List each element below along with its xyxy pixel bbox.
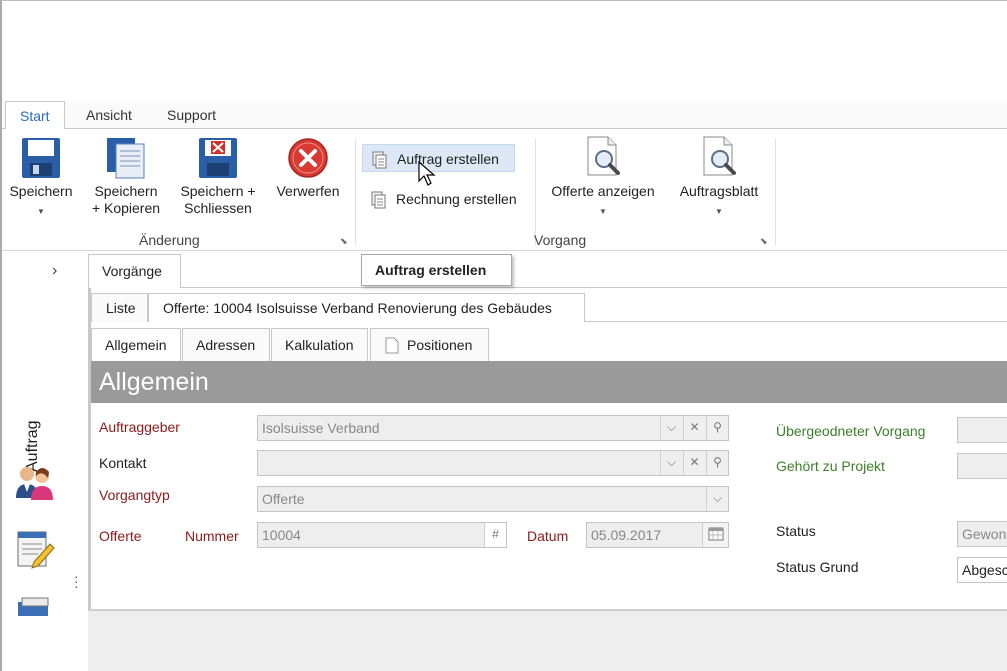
document-stack-icon	[372, 151, 387, 169]
tab-allgemein[interactable]: Allgemein	[91, 328, 181, 361]
offer-label: Offerte	[99, 528, 142, 544]
tab-adressen[interactable]: Adressen	[182, 328, 270, 361]
save-copy-label-2: + Kopieren	[91, 200, 161, 216]
save-close-button[interactable]: Speichern + Schliessen	[176, 137, 260, 217]
discard-icon	[288, 138, 328, 178]
status-field[interactable]: Gewonn	[957, 521, 1007, 547]
document-stack-icon	[371, 191, 386, 209]
save-close-label-2: Schliessen	[184, 200, 252, 216]
group-label-process: Vorgang	[534, 232, 587, 248]
save-button[interactable]: Speichern ▼	[7, 137, 75, 220]
number-value: 10004	[262, 527, 301, 543]
project-field[interactable]	[957, 453, 1007, 479]
app-window: Start Ansicht Support Speichern ▼ Speich…	[0, 0, 1007, 671]
ribbon-tab-bar: Start Ansicht Support	[2, 101, 1007, 130]
show-offer-button[interactable]: Offerte anzeigen ▼	[544, 135, 662, 220]
tab-ansicht[interactable]: Ansicht	[72, 101, 146, 129]
document-magnifier-icon	[587, 136, 620, 176]
chevron-right-icon[interactable]: ›	[52, 262, 57, 280]
discard-button[interactable]: Verwerfen	[270, 137, 346, 200]
floppy-disk-icon	[22, 138, 60, 178]
date-label: Datum	[527, 528, 569, 544]
tab-positionen[interactable]: Positionen	[370, 328, 489, 361]
save-copy-label-1: Speichern	[94, 183, 158, 199]
chevron-down-icon: ▼	[599, 207, 607, 216]
footer-area	[88, 609, 1007, 671]
search-icon[interactable]: ⚲	[706, 451, 728, 475]
tab-liste[interactable]: Liste	[91, 293, 148, 322]
tab-offer-detail[interactable]: Offerte: 10004 Isolsuisse Verband Renovi…	[148, 293, 585, 322]
chevron-down-icon[interactable]: ⌵	[660, 451, 682, 475]
project-label: Gehört zu Projekt	[776, 458, 885, 474]
status-reason-field[interactable]: Abgesch	[957, 557, 1007, 583]
client-label: Auftraggeber	[99, 419, 180, 435]
save-copy-button[interactable]: Speichern + Kopieren	[90, 137, 162, 217]
clear-icon[interactable]: ✕	[683, 416, 705, 440]
group-label-change: Änderung	[139, 232, 200, 248]
document-list-icon[interactable]	[16, 596, 52, 616]
tab-start[interactable]: Start	[5, 101, 65, 130]
status-reason-label: Status Grund	[776, 559, 859, 575]
save-label: Speichern	[9, 183, 73, 199]
clear-icon[interactable]: ✕	[683, 451, 705, 475]
chevron-down-icon: ▼	[715, 207, 723, 216]
create-order-button[interactable]: Auftrag erstellen	[362, 144, 515, 172]
contact-label: Kontakt	[99, 455, 147, 471]
search-icon[interactable]: ⚲	[706, 416, 728, 440]
client-value: Isolsuisse Verband	[262, 420, 380, 436]
chevron-down-icon: ▼	[37, 207, 45, 216]
dialog-launcher-icon[interactable]: ⬊	[340, 236, 348, 247]
ribbon-separator	[535, 139, 536, 245]
contacts-icon[interactable]	[12, 462, 56, 502]
parent-process-label: Übergeodneter Vorgang	[776, 423, 926, 439]
left-rail: › Auftrag · · ·	[4, 252, 86, 671]
save-close-label-1: Speichern +	[180, 183, 256, 199]
tab-kalkulation[interactable]: Kalkulation	[271, 328, 368, 361]
type-label: Vorgangtyp	[99, 487, 170, 503]
footer-divider	[88, 609, 1007, 611]
order-sheet-button[interactable]: Auftragsblatt ▼	[672, 135, 766, 220]
status-reason-value: Abgesch	[962, 562, 1007, 578]
ribbon: Speichern ▼ Speichern + Kopieren Speiche…	[2, 129, 1007, 251]
contact-field[interactable]: ⌵ ✕ ⚲	[257, 450, 729, 476]
status-label: Status	[776, 523, 816, 539]
tab-positionen-label: Positionen	[407, 337, 473, 353]
tab-divider	[585, 321, 1007, 322]
document-magnifier-icon	[703, 136, 736, 176]
tooltip: Auftrag erstellen	[361, 254, 512, 286]
parent-process-field[interactable]	[957, 417, 1007, 443]
document-icon	[385, 337, 399, 354]
ribbon-separator	[775, 139, 776, 245]
date-field[interactable]: 05.09.2017	[586, 522, 729, 548]
ribbon-separator	[355, 139, 356, 245]
tab-support[interactable]: Support	[153, 101, 230, 129]
number-label: Nummer	[185, 528, 239, 544]
type-select[interactable]: Offerte ⌵	[257, 486, 729, 512]
calendar-icon[interactable]	[702, 523, 728, 547]
mouse-cursor-icon	[418, 161, 436, 186]
type-value: Offerte	[262, 491, 305, 507]
hash-icon[interactable]: #	[484, 523, 506, 547]
section-title: Allgemein	[91, 361, 1007, 403]
show-offer-label: Offerte anzeigen	[551, 183, 655, 199]
tab-divider	[181, 287, 1007, 288]
chevron-down-icon[interactable]: ⌵	[706, 487, 728, 511]
number-field[interactable]: 10004 #	[257, 522, 507, 548]
order-sheet-label: Auftragsblatt	[679, 183, 759, 199]
create-order-label: Auftrag erstellen	[397, 151, 499, 167]
copy-document-icon	[107, 138, 145, 179]
client-field[interactable]: Isolsuisse Verband ⌵ ✕ ⚲	[257, 415, 729, 441]
dialog-launcher-icon[interactable]: ⬊	[760, 236, 768, 247]
date-value: 05.09.2017	[591, 527, 662, 543]
status-value: Gewonn	[962, 526, 1007, 542]
create-invoice-button[interactable]: Rechnung erstellen	[362, 185, 532, 213]
discard-label: Verwerfen	[276, 183, 340, 199]
more-dots-icon[interactable]: · · ·	[74, 569, 79, 593]
save-close-icon	[199, 138, 237, 178]
create-invoice-label: Rechnung erstellen	[396, 191, 517, 207]
tab-vorgaenge[interactable]: Vorgänge	[88, 254, 181, 288]
edit-document-icon[interactable]	[16, 528, 56, 570]
chevron-down-icon[interactable]: ⌵	[660, 416, 682, 440]
